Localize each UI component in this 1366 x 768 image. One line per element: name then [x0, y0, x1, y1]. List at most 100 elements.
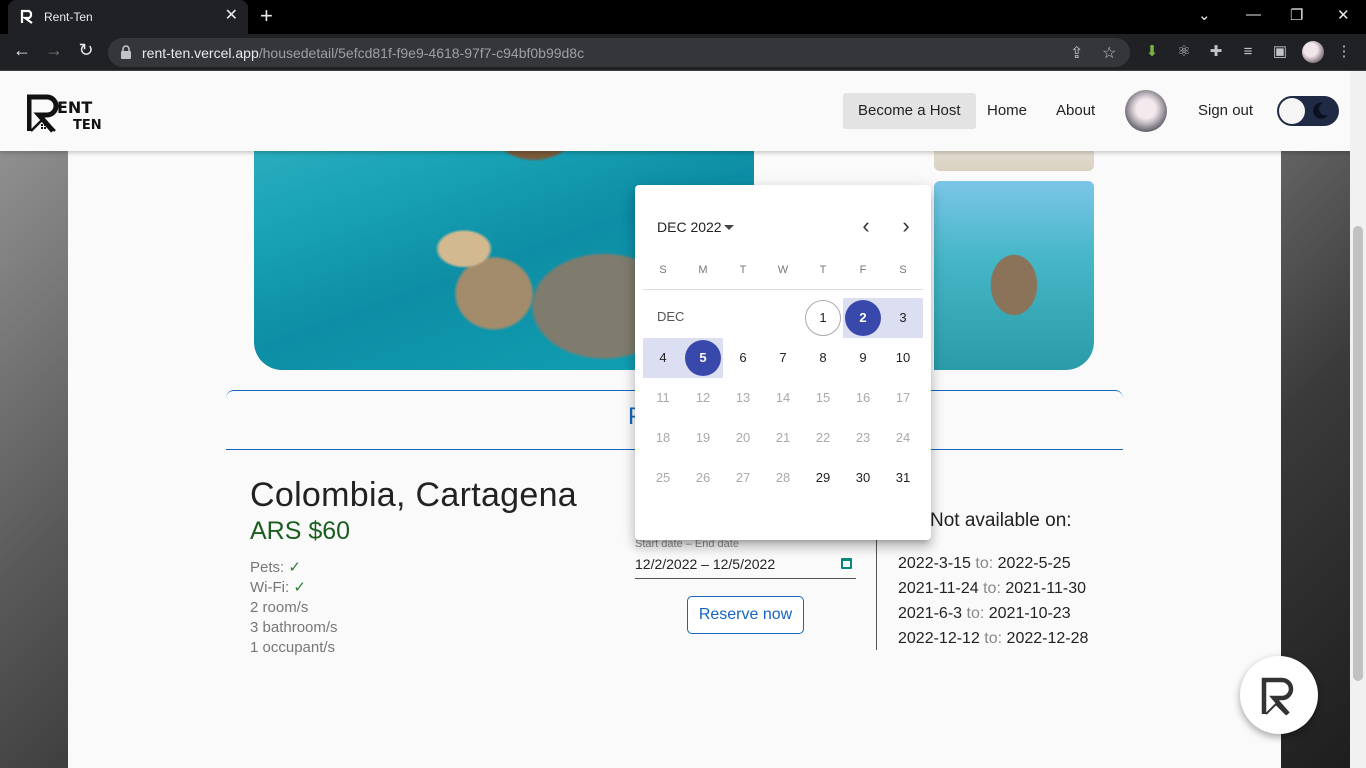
pets-check-icon: ✓ — [288, 559, 301, 576]
day-number: 8 — [819, 350, 827, 365]
weekday-label: W — [777, 264, 789, 276]
address-bar[interactable]: rent-ten.vercel.app/housedetail/5efcd81f… — [108, 38, 1130, 67]
browser-tab[interactable]: Rent-Ten ✕ — [8, 0, 248, 34]
reserve-now-button[interactable]: Reserve now — [687, 596, 804, 634]
toggle-knob — [1279, 98, 1305, 124]
date-range-input[interactable]: Start date – End date 12/2/2022 – 12/5/2… — [635, 536, 856, 579]
become-host-button[interactable]: Become a Host — [843, 93, 976, 129]
moon-icon — [1313, 102, 1328, 119]
forward-icon[interactable]: → — [42, 40, 66, 61]
page-viewport: P Colombia, Cartagena ARS $60 Pets: ✓ Wi… — [0, 71, 1350, 768]
day-number: 7 — [779, 350, 787, 365]
day-number: 6 — [739, 350, 747, 365]
calendar-day: 14 — [763, 378, 803, 418]
pets-feature: Pets: ✓ — [250, 558, 577, 578]
scrollbar-thumb[interactable] — [1353, 226, 1363, 681]
range-start: 2022-12-12 — [898, 630, 980, 647]
day-number: 15 — [815, 390, 831, 405]
range-start: 2021-6-3 — [898, 605, 963, 622]
weekday-label: T — [819, 264, 827, 276]
sign-out-button[interactable]: Sign out — [1183, 93, 1268, 129]
calendar-day: 26 — [683, 458, 723, 498]
calendar-day: 17 — [883, 378, 923, 418]
user-avatar[interactable] — [1125, 90, 1167, 132]
range-start: 2022-3-15 — [898, 555, 971, 572]
calendar-icon[interactable] — [841, 558, 852, 569]
svg-text:TEN: TEN — [73, 118, 102, 133]
previous-month-icon[interactable]: ‹ — [854, 213, 878, 241]
day-number: 22 — [815, 430, 831, 445]
back-icon[interactable]: ← — [10, 40, 34, 61]
calendar-day[interactable]: 1 — [803, 298, 843, 338]
restore-icon[interactable]: ❐ — [1290, 6, 1303, 24]
calendar-day[interactable]: 6 — [723, 338, 763, 378]
rent-ten-logo[interactable]: ENT TEN — [27, 91, 109, 133]
picker-divider — [643, 289, 923, 290]
calendar-day[interactable]: 29 — [803, 458, 843, 498]
day-number: 16 — [855, 390, 871, 405]
close-window-icon[interactable]: ✕ — [1337, 6, 1350, 24]
wifi-feature: Wi-Fi: ✓ — [250, 578, 577, 598]
media-queue-icon[interactable]: ≡ — [1239, 43, 1257, 61]
range-to-label: to: — [983, 580, 1001, 597]
calendar-day[interactable]: 10 — [883, 338, 923, 378]
unavailable-range: 2021-11-24 to: 2021-11-30 — [898, 580, 1088, 605]
share-icon[interactable]: ⇪ — [1070, 43, 1083, 63]
about-link[interactable]: About — [1041, 93, 1110, 129]
minimize-icon[interactable]: — — [1246, 6, 1261, 23]
occupants-feature: 1 occupant/s — [250, 639, 336, 656]
floating-logo-button[interactable] — [1240, 656, 1318, 734]
calendar-day[interactable]: 2 — [843, 298, 883, 338]
calendar-day[interactable]: 8 — [803, 338, 843, 378]
calendar-day[interactable]: 3 — [883, 298, 923, 338]
calendar-day: 15 — [803, 378, 843, 418]
day-number: 12 — [695, 390, 711, 405]
day-number: 30 — [855, 470, 871, 485]
bathrooms-feature: 3 bathroom/s — [250, 619, 338, 636]
weekday-label: F — [859, 264, 867, 276]
section-divider — [876, 526, 877, 650]
date-range-value[interactable]: 12/2/2022 – 12/5/2022 — [635, 556, 775, 572]
calendar-day[interactable]: 30 — [843, 458, 883, 498]
day-number: 1 — [819, 310, 827, 325]
range-end: 2021-11-30 — [1005, 580, 1087, 597]
weekday-label: S — [659, 264, 667, 276]
side-panel-icon[interactable]: ▣ — [1271, 43, 1289, 61]
not-available-title: Not available on: — [930, 510, 1072, 531]
calendar-day[interactable]: 5 — [683, 338, 723, 378]
bookmark-star-icon[interactable]: ☆ — [1102, 43, 1116, 63]
home-link[interactable]: Home — [972, 93, 1042, 129]
listing-features: Pets: ✓ Wi-Fi: ✓ 2 room/s 3 bathroom/s 1… — [250, 558, 577, 658]
caret-down-icon[interactable] — [724, 225, 734, 230]
calendar-day[interactable]: 4 — [643, 338, 683, 378]
calendar-day: 24 — [883, 418, 923, 458]
extensions-puzzle-icon[interactable]: ✚ — [1207, 43, 1225, 61]
gallery-photo-4[interactable] — [934, 181, 1094, 370]
react-devtools-icon[interactable]: ⚛ — [1175, 43, 1193, 61]
url-host: rent-ten.vercel.app — [142, 45, 259, 61]
unavailable-range: 2022-3-15 to: 2022-5-25 — [898, 555, 1088, 580]
close-tab-icon[interactable]: ✕ — [225, 7, 238, 25]
next-month-icon[interactable]: › — [894, 213, 918, 241]
browser-profile-avatar[interactable] — [1302, 41, 1324, 63]
tab-search-icon[interactable]: ⌄ — [1198, 6, 1211, 24]
listing-info: Colombia, Cartagena ARS $60 Pets: ✓ Wi-F… — [250, 476, 577, 658]
calendar-day[interactable]: 7 — [763, 338, 803, 378]
rooms-feature: 2 room/s — [250, 599, 309, 616]
page-scrollbar[interactable] — [1350, 71, 1366, 768]
download-extension-icon[interactable]: ⬇ — [1143, 43, 1161, 61]
new-tab-icon[interactable]: + — [260, 5, 273, 27]
calendar-day[interactable]: 31 — [883, 458, 923, 498]
calendar-day: 25 — [643, 458, 683, 498]
calendar-day: 28 — [763, 458, 803, 498]
day-number: 20 — [735, 430, 751, 445]
reload-icon[interactable]: ↻ — [74, 40, 98, 61]
calendar-day: 20 — [723, 418, 763, 458]
browser-menu-icon[interactable]: ⋮ — [1335, 43, 1353, 61]
calendar-day[interactable]: 9 — [843, 338, 883, 378]
calendar-day: 27 — [723, 458, 763, 498]
month-year-button[interactable]: DEC 2022 — [657, 219, 722, 235]
calendar-day: 22 — [803, 418, 843, 458]
range-start: 2021-11-24 — [898, 580, 979, 597]
unavailable-dates-list: 2022-3-15 to: 2022-5-25 2021-11-24 to: 2… — [898, 555, 1088, 655]
